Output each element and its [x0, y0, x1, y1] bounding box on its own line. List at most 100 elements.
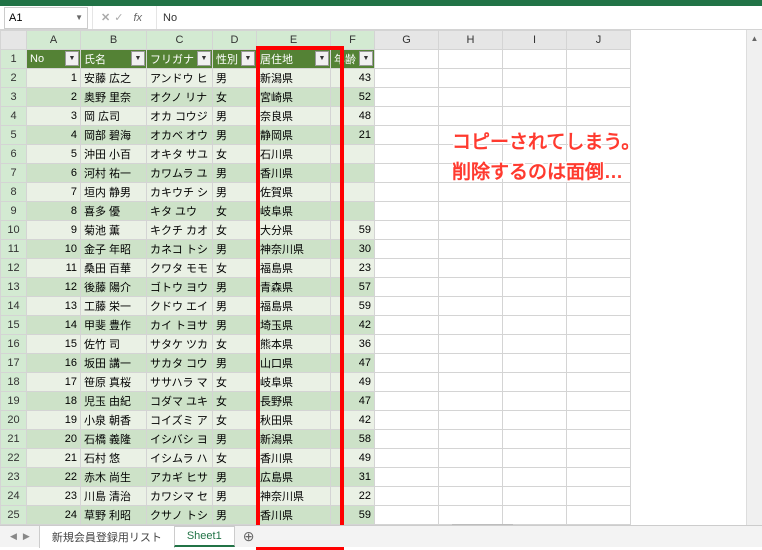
cell[interactable] [567, 430, 631, 449]
add-sheet-button[interactable]: ⊕ [235, 528, 263, 545]
cell-sex[interactable]: 男 [213, 69, 257, 88]
cell[interactable] [439, 392, 503, 411]
cell-loc[interactable]: 宮崎県 [257, 88, 331, 107]
cell-sex[interactable]: 女 [213, 259, 257, 278]
cell-name[interactable]: 喜多 優 [81, 202, 147, 221]
cell-no[interactable]: 19 [27, 411, 81, 430]
cell-age[interactable]: 49 [331, 373, 375, 392]
row-header[interactable]: 17 [1, 354, 27, 373]
cell-age[interactable]: 58 [331, 430, 375, 449]
cell[interactable] [375, 183, 439, 202]
cell[interactable] [375, 392, 439, 411]
cell-name[interactable]: 金子 年昭 [81, 240, 147, 259]
cell-name[interactable]: 河村 祐一 [81, 164, 147, 183]
cell[interactable] [439, 411, 503, 430]
cell-name[interactable]: 佐竹 司 [81, 335, 147, 354]
cell-name[interactable]: 垣内 静男 [81, 183, 147, 202]
col-header-G[interactable]: G [375, 31, 439, 50]
cell[interactable] [439, 50, 503, 69]
cell-no[interactable]: 24 [27, 506, 81, 525]
cell-loc[interactable]: 秋田県 [257, 411, 331, 430]
cell-age[interactable] [331, 164, 375, 183]
cell-furi[interactable]: カイ トヨサ [147, 316, 213, 335]
cell[interactable] [439, 430, 503, 449]
cell[interactable] [503, 449, 567, 468]
cell-age[interactable]: 57 [331, 278, 375, 297]
row-header[interactable]: 5 [1, 126, 27, 145]
cell-furi[interactable]: キクチ カオ [147, 221, 213, 240]
cell-sex[interactable]: 男 [213, 240, 257, 259]
cell[interactable] [503, 354, 567, 373]
cell-sex[interactable]: 男 [213, 316, 257, 335]
cell-age[interactable]: 43 [331, 69, 375, 88]
cell-furi[interactable]: イシムラ ハ [147, 449, 213, 468]
cell[interactable] [439, 316, 503, 335]
cell-sex[interactable]: 男 [213, 506, 257, 525]
cell[interactable] [503, 411, 567, 430]
cell-loc[interactable]: 神奈川県 [257, 487, 331, 506]
cell-furi[interactable]: イシバシ ヨ [147, 430, 213, 449]
cell[interactable] [439, 335, 503, 354]
cell[interactable] [439, 297, 503, 316]
cell[interactable] [567, 449, 631, 468]
cell-no[interactable]: 8 [27, 202, 81, 221]
cell-furi[interactable]: キタ ユウ [147, 202, 213, 221]
cell-age[interactable]: 59 [331, 297, 375, 316]
row-header[interactable]: 1 [1, 50, 27, 69]
cell[interactable] [503, 107, 567, 126]
cell[interactable] [567, 354, 631, 373]
cell-loc[interactable]: 広島県 [257, 468, 331, 487]
cell-no[interactable]: 22 [27, 468, 81, 487]
row-header[interactable]: 11 [1, 240, 27, 259]
cell-furi[interactable]: カワシマ セ [147, 487, 213, 506]
cell-furi[interactable]: カキウチ シ [147, 183, 213, 202]
cell-loc[interactable]: 新潟県 [257, 430, 331, 449]
cell[interactable] [503, 487, 567, 506]
col-header-I[interactable]: I [503, 31, 567, 50]
cell-sex[interactable]: 女 [213, 335, 257, 354]
cell[interactable] [439, 354, 503, 373]
cell[interactable] [503, 259, 567, 278]
cell-no[interactable]: 18 [27, 392, 81, 411]
row-header[interactable]: 25 [1, 506, 27, 525]
row-header[interactable]: 24 [1, 487, 27, 506]
row-header[interactable]: 2 [1, 69, 27, 88]
cell[interactable] [439, 506, 503, 525]
cell-furi[interactable]: オクノ リナ [147, 88, 213, 107]
cell[interactable] [503, 202, 567, 221]
cell[interactable] [375, 506, 439, 525]
cell-no[interactable]: 16 [27, 354, 81, 373]
cell-loc[interactable]: 香川県 [257, 449, 331, 468]
cell[interactable] [375, 430, 439, 449]
cell[interactable] [567, 240, 631, 259]
cell[interactable] [567, 50, 631, 69]
cell-furi[interactable]: コダマ ユキ [147, 392, 213, 411]
cell-age[interactable]: 48 [331, 107, 375, 126]
cell-no[interactable]: 20 [27, 430, 81, 449]
cell[interactable] [503, 297, 567, 316]
cell-sex[interactable]: 男 [213, 183, 257, 202]
col-header-C[interactable]: C [147, 31, 213, 50]
cell[interactable] [375, 164, 439, 183]
row-header[interactable]: 22 [1, 449, 27, 468]
filter-icon[interactable]: ▼ [359, 51, 373, 66]
cell[interactable] [439, 240, 503, 259]
row-header[interactable]: 7 [1, 164, 27, 183]
cell[interactable] [503, 316, 567, 335]
cell-name[interactable]: 甲斐 豊作 [81, 316, 147, 335]
cell-age[interactable]: 23 [331, 259, 375, 278]
cell[interactable] [503, 430, 567, 449]
row-header[interactable]: 9 [1, 202, 27, 221]
row-header[interactable]: 6 [1, 145, 27, 164]
cell-no[interactable]: 10 [27, 240, 81, 259]
cell[interactable] [375, 468, 439, 487]
filter-icon[interactable]: ▼ [65, 51, 79, 66]
cell-furi[interactable]: クドウ エイ [147, 297, 213, 316]
cell-furi[interactable]: アンドウ ヒ [147, 69, 213, 88]
cell-age[interactable]: 22 [331, 487, 375, 506]
vertical-scrollbar[interactable]: ▲ [746, 30, 762, 525]
cell[interactable] [503, 278, 567, 297]
cell-sex[interactable]: 女 [213, 373, 257, 392]
cell[interactable] [375, 145, 439, 164]
cell[interactable] [439, 278, 503, 297]
